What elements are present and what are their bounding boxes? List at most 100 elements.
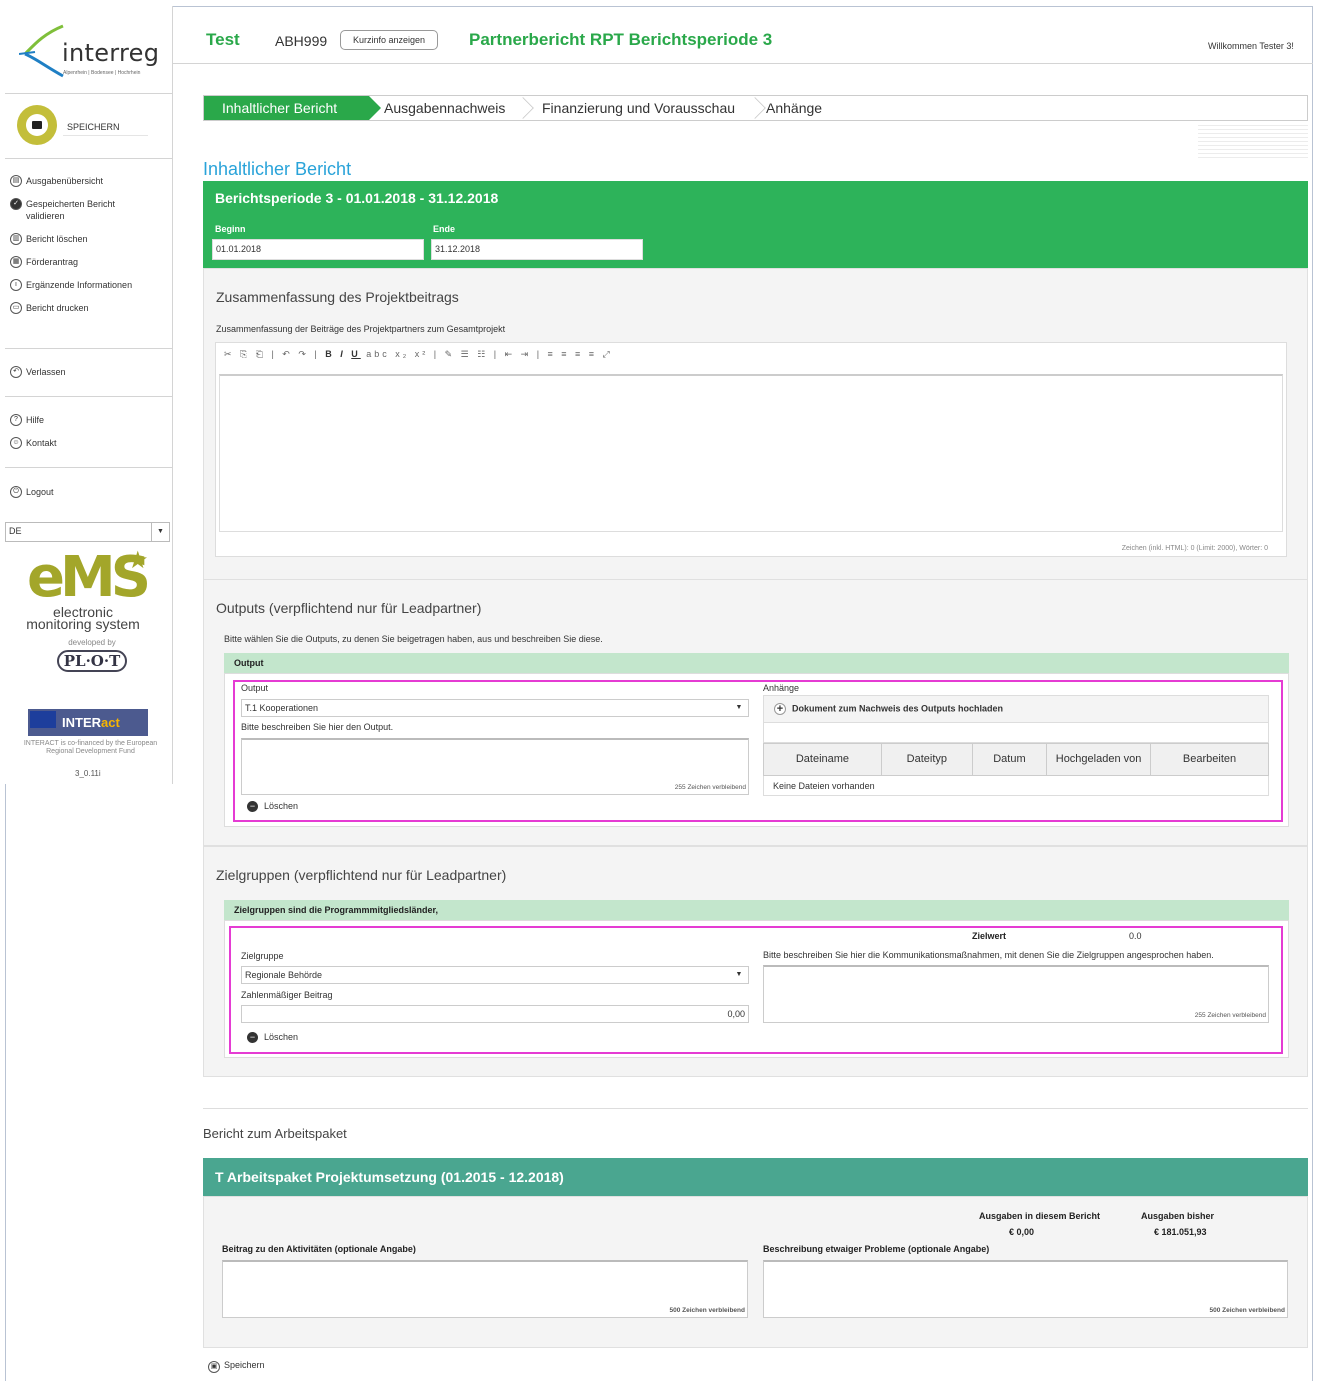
output-delete-button[interactable]: − Löschen xyxy=(247,801,299,813)
outputs-panel: Outputs (verpflichtend nur für Leadpartn… xyxy=(203,579,1308,846)
end-field[interactable]: 31.12.2018 xyxy=(431,239,643,260)
target-group-value: Regionale Behörde xyxy=(245,970,323,980)
language-value: DE xyxy=(9,526,22,536)
exp-report-value: € 0,00 xyxy=(1009,1227,1035,1237)
plot-logo: PL·O·T xyxy=(57,650,127,672)
save-row: SPEICHERN xyxy=(5,95,173,159)
workpackage-panel: Ausgaben in diesem Bericht € 0,00 Ausgab… xyxy=(203,1196,1308,1348)
problems-textarea[interactable]: 500 Zeichen verbleibend xyxy=(763,1260,1288,1318)
col-date[interactable]: Datum xyxy=(971,743,1048,776)
nav-additional-info[interactable]: ı Ergänzende Informationen xyxy=(10,279,170,291)
interact-logo: INTERact xyxy=(28,709,148,736)
eu-flag-icon xyxy=(30,711,56,728)
interact-word: INTERact xyxy=(62,715,120,730)
tab-financing[interactable]: Finanzierung und Vorausschau xyxy=(542,96,735,120)
header-divider xyxy=(173,63,1313,64)
exp-total-label: Ausgaben bisher xyxy=(1141,1211,1215,1221)
divider xyxy=(5,396,173,397)
begin-field[interactable]: 01.01.2018 xyxy=(212,239,424,260)
begin-label: Beginn xyxy=(215,224,246,234)
nav-delete-report[interactable]: ▥ Bericht löschen xyxy=(10,233,170,245)
target-groups-panel: Zielgruppen (verpflichtend nur für Leadp… xyxy=(203,846,1308,1077)
save-icon: ▣ xyxy=(208,1361,220,1373)
exp-total-value: € 181.051,93 xyxy=(1154,1227,1207,1237)
outputs-intro: Bitte wählen Sie die Outputs, zu denen S… xyxy=(224,634,603,644)
interreg-logo[interactable]: interreg Alpenrhein | Bodensee | Hochrhe… xyxy=(5,6,172,94)
summary-panel: Zusammenfassung des Projektbeitrags Zusa… xyxy=(203,268,1308,580)
remaining-chars: 500 Zeichen verbleibend xyxy=(1209,1307,1285,1314)
no-files-text: Keine Dateien vorhanden xyxy=(763,775,1269,796)
kurzinfo-button[interactable]: Kurzinfo anzeigen xyxy=(340,30,438,50)
nav-validate-report[interactable]: ✓ Gespeicherten Bericht validieren xyxy=(10,198,170,222)
nav-contact[interactable]: ☺ Kontakt xyxy=(10,437,57,449)
tab-content-report[interactable]: Inhaltlicher Bericht xyxy=(204,96,381,120)
upload-spacer xyxy=(763,723,1269,743)
attachments-label: Anhänge xyxy=(763,683,800,693)
project-code: ABH999 xyxy=(275,33,328,49)
save-label: Speichern xyxy=(224,1360,265,1370)
trash-icon: ▥ xyxy=(10,233,22,245)
nav-label: Förderantrag xyxy=(26,257,79,267)
bank-icon: ▦ xyxy=(10,256,22,268)
summary-editor-area[interactable] xyxy=(219,374,1283,532)
contribution-input[interactable]: 0,00 xyxy=(241,1005,749,1023)
col-uploaded-by[interactable]: Hochgeladen von xyxy=(1046,743,1152,776)
interact-word-post: act xyxy=(101,715,120,730)
footer-save-button[interactable]: ▣ Speichern xyxy=(208,1360,265,1373)
sidebar: interreg Alpenrhein | Bodensee | Hochrhe… xyxy=(5,6,173,784)
activities-label: Beitrag zu den Aktivitäten (optionale An… xyxy=(222,1244,416,1254)
save-lock-button[interactable] xyxy=(17,105,57,145)
check-icon: ✓ xyxy=(10,198,22,210)
exp-report-label: Ausgaben in diesem Bericht xyxy=(979,1211,1101,1221)
remaining-chars: 500 Zeichen verbleibend xyxy=(669,1307,745,1314)
delete-label: Löschen xyxy=(264,1032,299,1042)
ems-logo: eMS ★ electronic monitoring system devel… xyxy=(26,547,157,672)
tab-expenses[interactable]: Ausgabennachweis xyxy=(384,96,505,120)
language-select[interactable]: DE ▼ xyxy=(5,522,170,542)
attachments-table: Dateiname Dateityp Datum Hochgeladen von… xyxy=(763,743,1269,796)
lock-icon xyxy=(26,114,48,136)
zielwert-value: 0.0 xyxy=(1129,931,1142,941)
output-description-textarea[interactable]: 255 Zeichen verbleibend xyxy=(241,738,749,795)
nav-label: Ausgabenübersicht xyxy=(26,176,104,186)
col-filetype[interactable]: Dateityp xyxy=(880,743,973,776)
tab-separator-icon xyxy=(516,96,530,120)
upload-document-button[interactable]: + Dokument zum Nachweis des Outputs hochl… xyxy=(774,703,1003,715)
contribution-label: Zahlenmäßiger Beitrag xyxy=(241,990,333,1000)
remaining-chars: 255 Zeichen verbleibend xyxy=(1194,1012,1266,1019)
info-icon: ı xyxy=(10,279,22,291)
divider xyxy=(5,467,173,468)
chevron-down-icon: ▼ xyxy=(735,971,743,978)
nav-label: Logout xyxy=(26,487,54,497)
logo-subtitle: Alpenrhein | Bodensee | Hochrhein xyxy=(63,70,141,76)
output-select[interactable]: T.1 Kooperationen ▼ xyxy=(241,699,749,717)
nav-expenses-overview[interactable]: ▤ Ausgabenübersicht xyxy=(10,175,170,187)
nav-leave[interactable]: ↶ Verlassen xyxy=(10,366,66,378)
nav-logout[interactable]: ⏻ Logout xyxy=(10,486,54,498)
col-filename[interactable]: Dateiname xyxy=(763,743,882,776)
nav-print-report[interactable]: ▭ Bericht drucken xyxy=(10,302,170,314)
summary-heading: Zusammenfassung des Projektbeitrags xyxy=(216,289,459,305)
activities-textarea[interactable]: 500 Zeichen verbleibend xyxy=(222,1260,748,1318)
interreg-swoosh-icon xyxy=(19,24,64,78)
char-counter: Zeichen (inkl. HTML): 0 (Limit: 2000), W… xyxy=(1121,545,1268,552)
workpackage-heading: Bericht zum Arbeitspaket xyxy=(203,1126,347,1141)
upload-bar: + Dokument zum Nachweis des Outputs hochl… xyxy=(763,695,1269,723)
communication-textarea[interactable]: 255 Zeichen verbleibend xyxy=(763,965,1269,1023)
list-icon: ▤ xyxy=(10,175,22,187)
power-icon: ⏻ xyxy=(10,486,22,498)
tab-attachments[interactable]: Anhänge xyxy=(766,96,822,120)
contact-icon: ☺ xyxy=(10,437,22,449)
plus-circle-icon: + xyxy=(774,703,786,715)
developed-by: developed by xyxy=(68,638,116,647)
save-label[interactable]: SPEICHERN xyxy=(63,118,148,136)
nav-help[interactable]: ? Hilfe xyxy=(10,414,44,426)
chevron-down-icon: ▼ xyxy=(735,704,743,711)
target-delete-button[interactable]: − Löschen xyxy=(247,1032,299,1044)
output-label: Output xyxy=(241,683,269,693)
nav-funding-application[interactable]: ▦ Förderantrag xyxy=(10,256,170,268)
minus-circle-icon: − xyxy=(247,801,258,813)
delete-label: Löschen xyxy=(264,801,299,811)
editor-toolbar[interactable]: ✂ ⎘ ⎗ | ↶ ↷ | B I U abc x₂ x² | ✎ ☰ ☷ | … xyxy=(224,349,613,360)
target-group-select[interactable]: Regionale Behörde ▼ xyxy=(241,966,749,984)
